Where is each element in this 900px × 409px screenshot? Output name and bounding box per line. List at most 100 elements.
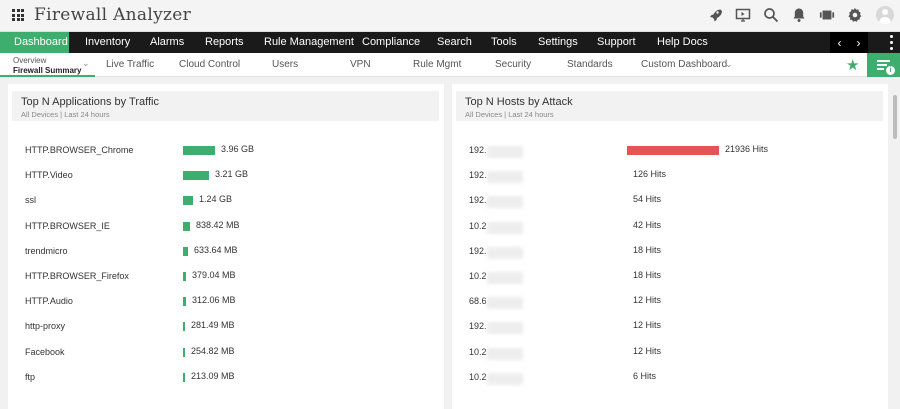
nav-help-docs[interactable]: Help Docs <box>657 32 708 53</box>
row-value: 213.09 MB <box>191 371 235 381</box>
widget-title: Top N Hosts by Attack <box>465 96 573 108</box>
nav-alarms[interactable]: Alarms <box>150 32 184 53</box>
row-label: HTTP.Audio <box>25 296 73 306</box>
list-item[interactable]: 192.126 Hits <box>452 167 882 187</box>
avatar[interactable] <box>876 6 894 24</box>
value-bar <box>183 348 185 357</box>
row-value: 54 Hits <box>633 194 661 204</box>
redacted-address <box>487 297 523 309</box>
tab-custom-dashboard[interactable]: Custom Dashboard <box>641 59 727 70</box>
row-value: 18 Hits <box>633 270 661 280</box>
tab-security[interactable]: Security <box>495 59 531 70</box>
widget-subtitle: All Devices | Last 24 hours <box>21 110 110 119</box>
list-item[interactable]: HTTP.BROWSER_Firefox 379.04 MB <box>8 268 438 288</box>
value-bar <box>183 247 188 256</box>
nav-compliance[interactable]: Compliance <box>362 32 420 53</box>
bell-icon[interactable] <box>790 6 808 24</box>
list-item[interactable]: ftp213.09 MB <box>8 369 438 389</box>
row-label: 192. <box>469 195 487 205</box>
rocket-icon[interactable] <box>706 6 724 24</box>
row-value: 126 Hits <box>633 169 666 179</box>
nav-rule-management[interactable]: Rule Management <box>264 32 354 53</box>
row-label: 192. <box>469 246 487 256</box>
gear-icon[interactable] <box>846 6 864 24</box>
row-value: 838.42 MB <box>196 220 240 230</box>
list-item[interactable]: 10.26 Hits <box>452 369 882 389</box>
value-bar <box>183 272 186 281</box>
row-label: HTTP.BROWSER_Firefox <box>25 271 129 281</box>
scrollbar-thumb[interactable] <box>893 95 897 139</box>
value-bar <box>183 171 209 180</box>
info-badge-icon: i <box>886 66 895 75</box>
main-nav: Dashboard Inventory Alarms Reports Rule … <box>0 32 900 53</box>
chevron-left-icon[interactable]: ‹ <box>838 36 842 50</box>
row-value: 12 Hits <box>633 295 661 305</box>
nav-tools[interactable]: Tools <box>491 32 517 53</box>
video-icon[interactable] <box>818 6 836 24</box>
redacted-address <box>487 171 523 183</box>
tab-standards[interactable]: Standards <box>567 59 613 70</box>
row-value: 633.64 MB <box>194 245 238 255</box>
list-item[interactable]: 192.12 Hits <box>452 318 882 338</box>
list-item[interactable]: trendmicro633.64 MB <box>8 243 438 263</box>
tab-rule-mgmt[interactable]: Rule Mgmt <box>413 59 461 70</box>
nav-settings[interactable]: Settings <box>538 32 578 53</box>
tab-cloud-control[interactable]: Cloud Control <box>179 59 240 70</box>
list-item[interactable]: http-proxy281.49 MB <box>8 318 438 338</box>
list-item[interactable]: 10.2 18 Hits <box>452 268 882 288</box>
page-scrollbar[interactable] <box>890 77 900 409</box>
row-value: 18 Hits <box>633 245 661 255</box>
nav-inventory[interactable]: Inventory <box>85 32 130 53</box>
row-value: 254.82 MB <box>191 346 235 356</box>
row-value: 3.96 GB <box>221 144 254 154</box>
list-item[interactable]: HTTP.BROWSER_Chrome3.96 GB <box>8 142 438 162</box>
row-label: ssl <box>25 195 36 205</box>
value-bar <box>183 297 186 306</box>
list-item[interactable]: 68.612 Hits <box>452 293 882 313</box>
list-item[interactable]: 192. 21936 Hits <box>452 142 882 162</box>
chevron-down-icon[interactable]: ⌄ <box>725 59 733 70</box>
star-icon[interactable]: ★ <box>846 56 859 74</box>
row-value: 3.21 GB <box>215 169 248 179</box>
nav-scroll-arrows: ‹ › <box>830 32 868 53</box>
row-label: 10.2 <box>469 271 487 281</box>
list-item[interactable]: 10.212 Hits <box>452 344 882 364</box>
list-item[interactable]: 192. 54 Hits <box>452 192 882 212</box>
tab-live-traffic[interactable]: Live Traffic <box>106 59 154 70</box>
widget-panel-button[interactable]: i <box>867 53 900 77</box>
nav-support[interactable]: Support <box>597 32 636 53</box>
list-item[interactable]: HTTP.Video3.21 GB <box>8 167 438 187</box>
list-item[interactable]: Facebook 254.82 MB <box>8 344 438 364</box>
tab-vpn[interactable]: VPN <box>350 59 371 70</box>
list-item[interactable]: ssl 1.24 GB <box>8 192 438 212</box>
redacted-address <box>487 272 523 284</box>
row-value: 379.04 MB <box>192 270 236 280</box>
value-bar <box>183 196 193 205</box>
redacted-address <box>487 348 523 360</box>
tab-overview-label: Overview <box>13 56 46 65</box>
nav-search[interactable]: Search <box>437 32 472 53</box>
list-item[interactable]: HTTP.Audio312.06 MB <box>8 293 438 313</box>
tab-overview[interactable]: Overview Firewall Summary ⌄ <box>0 53 95 77</box>
search-icon[interactable] <box>762 6 780 24</box>
chevron-down-icon[interactable]: ⌄ <box>82 58 90 69</box>
more-vertical-icon[interactable] <box>884 35 898 50</box>
list-item[interactable]: 10.242 Hits <box>452 218 882 238</box>
row-label: Facebook <box>25 347 65 357</box>
row-value: 1.24 GB <box>199 194 232 204</box>
screen-icon[interactable] <box>734 6 752 24</box>
value-bar <box>183 222 190 231</box>
nav-reports[interactable]: Reports <box>205 32 244 53</box>
row-label: 192. <box>469 145 487 155</box>
app-grid-icon[interactable] <box>12 9 24 21</box>
list-item[interactable]: HTTP.BROWSER_IE838.42 MB <box>8 218 438 238</box>
row-value: 21936 Hits <box>725 144 768 154</box>
nav-dashboard[interactable]: Dashboard <box>0 32 69 53</box>
chevron-right-icon[interactable]: › <box>857 36 861 50</box>
tab-users[interactable]: Users <box>272 59 298 70</box>
row-value: 281.49 MB <box>191 320 235 330</box>
value-bar <box>627 146 719 155</box>
redacted-address <box>487 196 523 208</box>
row-label: 10.2 <box>469 221 487 231</box>
list-item[interactable]: 192. 18 Hits <box>452 243 882 263</box>
